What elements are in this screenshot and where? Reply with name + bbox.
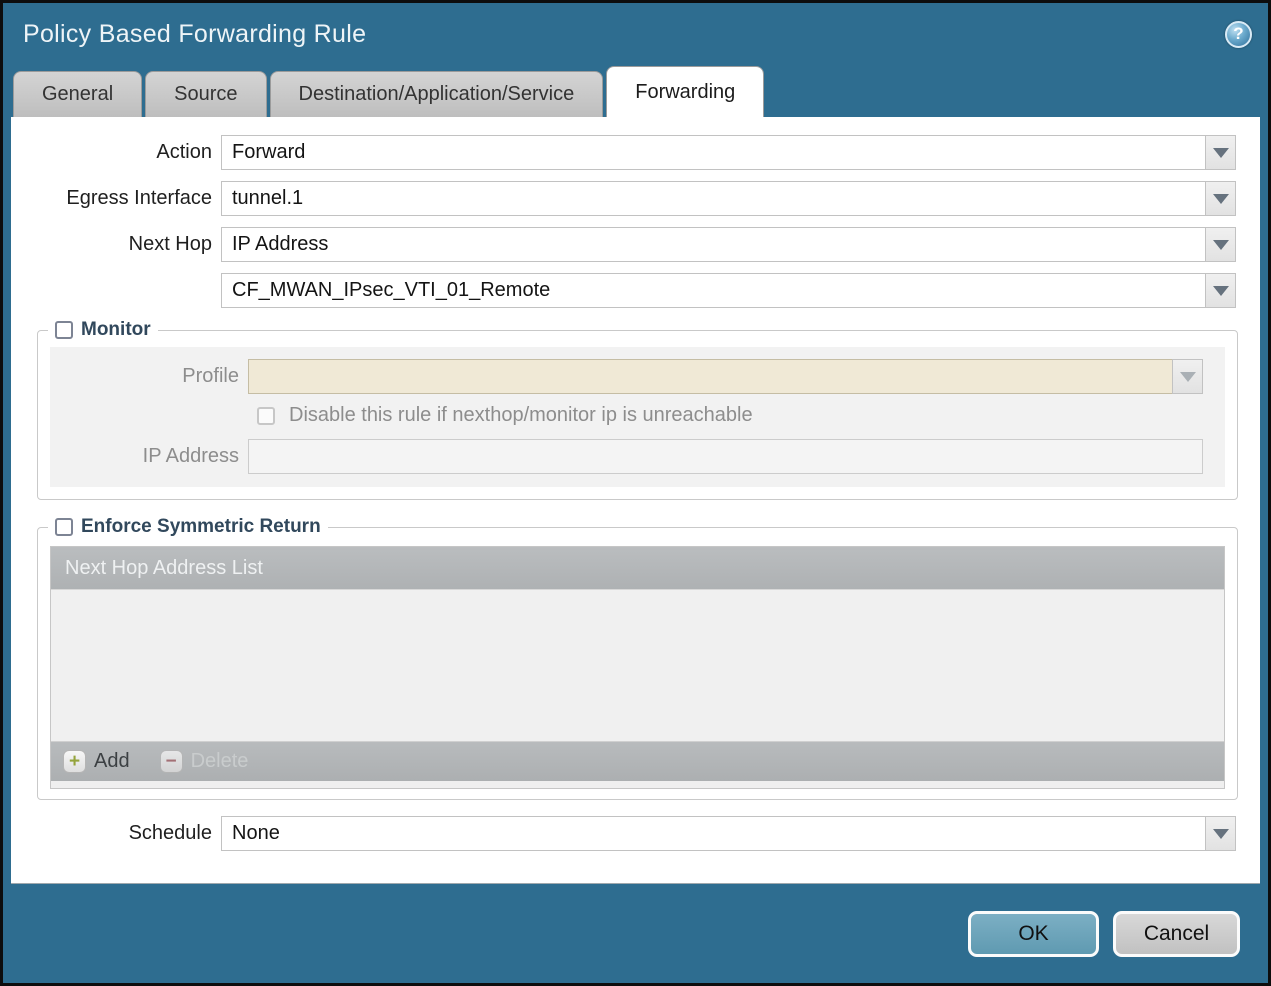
profile-combo (248, 359, 1203, 394)
next-hop-select[interactable]: IP Address (221, 227, 1206, 262)
tab-destination-application-service[interactable]: Destination/Application/Service (269, 71, 604, 117)
schedule-row: Schedule None (11, 816, 1236, 851)
egress-interface-combo: tunnel.1 (221, 181, 1236, 216)
enforce-symmetric-return-title: Enforce Symmetric Return (81, 516, 321, 537)
schedule-label: Schedule (128, 822, 212, 844)
profile-row: Profile (50, 359, 1203, 394)
monitor-checkbox[interactable] (55, 321, 73, 339)
egress-interface-label: Egress Interface (66, 187, 212, 209)
monitor-ip-address-combo (248, 439, 1203, 474)
next-hop-address-list-table: Next Hop Address List + Add − Delete (50, 546, 1225, 781)
egress-interface-select[interactable]: tunnel.1 (221, 181, 1206, 216)
monitor-fieldset: Monitor Profile Disable this rule if nex… (37, 319, 1238, 500)
cancel-button[interactable]: Cancel (1113, 910, 1240, 957)
profile-label: Profile (182, 365, 239, 387)
next-hop-combo: IP Address (221, 227, 1236, 262)
ok-button[interactable]: OK (968, 910, 1099, 957)
table-bottom-strip (50, 781, 1225, 789)
next-hop-address-dropdown-button[interactable] (1205, 273, 1236, 308)
schedule-select[interactable]: None (221, 816, 1206, 851)
disable-rule-label: Disable this rule if nexthop/monitor ip … (289, 404, 753, 426)
tab-bar: General Source Destination/Application/S… (3, 65, 1268, 117)
add-button-label: Add (94, 750, 130, 772)
action-dropdown-button[interactable] (1205, 135, 1236, 170)
dialog-title: Policy Based Forwarding Rule (23, 19, 367, 48)
plus-glyph: + (68, 751, 81, 772)
disable-rule-checkbox (257, 406, 275, 425)
enforce-symmetric-return-legend: Enforce Symmetric Return (48, 516, 328, 538)
delete-button: − Delete (159, 750, 249, 773)
monitor-panel: Profile Disable this rule if nexthop/mon… (50, 347, 1225, 487)
monitor-ip-address-input (248, 439, 1203, 474)
profile-dropdown-button (1172, 359, 1203, 394)
forwarding-tab-content: Action Forward Egress Interface tunnel.1… (11, 117, 1260, 884)
next-hop-address-row: CF_MWAN_IPsec_VTI_01_Remote (11, 273, 1236, 308)
schedule-dropdown-button[interactable] (1205, 816, 1236, 851)
monitor-ip-address-label: IP Address (142, 445, 239, 467)
next-hop-dropdown-button[interactable] (1205, 227, 1236, 262)
monitor-ip-address-row: IP Address (50, 439, 1203, 474)
add-button[interactable]: + Add (63, 750, 130, 773)
chevron-down-icon (1212, 828, 1229, 839)
monitor-legend: Monitor (48, 319, 158, 341)
tab-general[interactable]: General (13, 71, 143, 117)
policy-based-forwarding-dialog: Policy Based Forwarding Rule ? General S… (0, 0, 1271, 986)
chevron-down-icon (1212, 147, 1229, 158)
enforce-symmetric-return-fieldset: Enforce Symmetric Return Next Hop Addres… (37, 516, 1238, 800)
egress-interface-row: Egress Interface tunnel.1 (11, 181, 1236, 216)
next-hop-address-combo: CF_MWAN_IPsec_VTI_01_Remote (221, 273, 1236, 308)
action-label: Action (156, 141, 212, 163)
titlebar: Policy Based Forwarding Rule ? (3, 3, 1268, 65)
chevron-down-icon (1212, 285, 1229, 296)
profile-select (248, 359, 1173, 394)
action-combo: Forward (221, 135, 1236, 170)
dialog-footer: OK Cancel (3, 884, 1268, 983)
chevron-down-icon (1212, 239, 1229, 250)
tab-source[interactable]: Source (145, 71, 267, 117)
action-select[interactable]: Forward (221, 135, 1206, 170)
next-hop-row: Next Hop IP Address (11, 227, 1236, 262)
next-hop-address-list-body (51, 589, 1224, 741)
chevron-down-icon (1179, 371, 1196, 382)
action-row: Action Forward (11, 135, 1236, 170)
delete-minus-icon: − (159, 750, 183, 773)
enforce-symmetric-return-checkbox[interactable] (55, 518, 73, 536)
chevron-down-icon (1212, 193, 1229, 204)
next-hop-label: Next Hop (128, 233, 212, 255)
tab-forwarding[interactable]: Forwarding (606, 66, 765, 117)
egress-interface-dropdown-button[interactable] (1205, 181, 1236, 216)
next-hop-address-select[interactable]: CF_MWAN_IPsec_VTI_01_Remote (221, 273, 1206, 308)
schedule-combo: None (221, 816, 1236, 851)
monitor-title: Monitor (81, 319, 151, 340)
delete-button-label: Delete (190, 750, 249, 772)
minus-glyph: − (165, 751, 177, 772)
add-plus-icon: + (63, 750, 86, 773)
next-hop-address-list-header: Next Hop Address List (51, 547, 1224, 589)
help-icon[interactable]: ? (1225, 20, 1252, 48)
next-hop-address-list-toolbar: + Add − Delete (51, 741, 1224, 781)
disable-rule-row: Disable this rule if nexthop/monitor ip … (50, 404, 1225, 427)
